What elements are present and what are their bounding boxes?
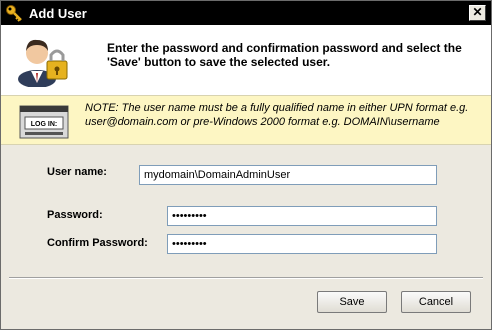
- username-label: User name:: [47, 166, 107, 178]
- username-field[interactable]: [139, 165, 437, 185]
- note-panel: LOG IN: NOTE: The user name must be a fu…: [1, 95, 491, 145]
- window-title: Add User: [29, 6, 87, 21]
- cancel-button[interactable]: Cancel: [401, 291, 471, 313]
- confirm-password-field[interactable]: [167, 234, 437, 254]
- divider: [9, 277, 483, 279]
- login-screen-icon: LOG IN:: [19, 105, 69, 139]
- add-user-dialog: Add User ✕ Enter the password and confir…: [0, 0, 492, 330]
- instruction-text: Enter the password and confirmation pass…: [107, 41, 462, 69]
- close-icon: ✕: [472, 5, 483, 19]
- header-panel: Enter the password and confirmation pass…: [1, 25, 491, 95]
- title-bar[interactable]: Add User ✕: [1, 1, 491, 25]
- save-button[interactable]: Save: [317, 291, 387, 313]
- password-field[interactable]: [167, 206, 437, 226]
- confirm-password-label: Confirm Password:: [47, 237, 148, 249]
- login-icon-text: LOG IN:: [31, 121, 57, 128]
- user-lock-icon: [18, 39, 68, 87]
- key-icon: [6, 5, 22, 22]
- close-button[interactable]: ✕: [469, 5, 486, 21]
- password-label: Password:: [47, 209, 103, 221]
- note-text: NOTE: The user name must be a fully qual…: [85, 102, 469, 128]
